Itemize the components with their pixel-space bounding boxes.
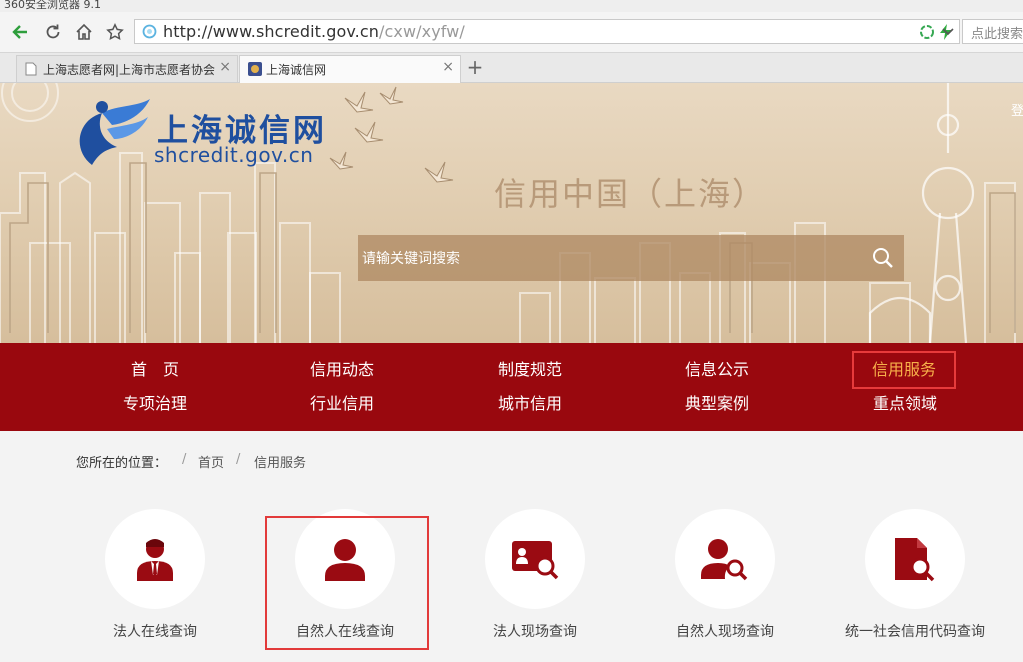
url-path: /cxw/xyfw/: [379, 22, 465, 41]
nav-regulations[interactable]: 制度规范: [475, 357, 585, 383]
nav-typical-cases[interactable]: 典型案例: [662, 391, 772, 417]
tab-shcredit[interactable]: 上海诚信网 ×: [239, 55, 461, 83]
home-button[interactable]: [72, 20, 96, 44]
nav-credit-news[interactable]: 信用动态: [287, 357, 397, 383]
url-host: http://www.shcredit.gov.cn: [163, 22, 379, 41]
breadcrumb-separator: /: [182, 452, 187, 467]
address-dropdown-button[interactable]: [936, 19, 960, 44]
id-card-search-icon: [512, 541, 559, 580]
nav-info-disclosure[interactable]: 信息公示: [662, 357, 772, 383]
service-card-credit-code[interactable]: 统一社会信用代码查询: [820, 505, 1010, 655]
selection-highlight: [265, 516, 429, 650]
breadcrumb: 您所在的位置： / 首页 / 信用服务: [60, 440, 960, 480]
service-icon-circle: [105, 509, 205, 609]
document-search-icon: [895, 538, 935, 582]
back-button[interactable]: [8, 20, 32, 44]
site-favicon-icon: [248, 62, 262, 76]
main-nav: 首 页 信用动态 制度规范 信息公示 信用服务 专项治理 行业信用 城市信用 典…: [0, 343, 1023, 431]
close-icon[interactable]: ×: [219, 59, 231, 75]
new-tab-button[interactable]: +: [463, 56, 487, 80]
address-bar[interactable]: http://www.shcredit.gov.cn/cxw/xyfw/: [134, 19, 960, 44]
refresh-button[interactable]: [41, 20, 65, 44]
close-icon[interactable]: ×: [442, 59, 454, 75]
site-logo-en[interactable]: shcredit.gov.cn: [154, 143, 313, 167]
service-icon-circle: [675, 509, 775, 609]
nav-special-governance[interactable]: 专项治理: [100, 391, 210, 417]
page-icon: [25, 62, 37, 76]
recycle-icon[interactable]: [919, 24, 935, 40]
service-icon-circle: [485, 509, 585, 609]
nav-credit-services[interactable]: 信用服务: [852, 351, 956, 389]
browser-toolbar: http://www.shcredit.gov.cn/cxw/xyfw/ 点此搜…: [0, 12, 1023, 53]
nav-home[interactable]: 首 页: [100, 357, 210, 383]
back-arrow-icon: [12, 25, 27, 39]
service-card-natural-person-onsite[interactable]: 自然人现场查询: [630, 505, 820, 655]
breadcrumb-credit-services[interactable]: 信用服务: [254, 452, 306, 471]
tab-label: 上海诚信网: [266, 63, 327, 77]
star-icon: [106, 23, 124, 40]
browser-search-input[interactable]: 点此搜索: [962, 19, 1023, 44]
service-label: 统一社会信用代码查询: [845, 624, 985, 640]
breadcrumb-label: 您所在的位置：: [76, 456, 168, 471]
search-icon[interactable]: [872, 247, 894, 269]
banner-title: 信用中国（上海）: [494, 175, 767, 213]
service-card-legal-online[interactable]: 法人在线查询: [60, 505, 250, 655]
service-icon-circle: [865, 509, 965, 609]
service-label: 自然人现场查询: [676, 624, 774, 640]
site-search: [358, 235, 904, 283]
tab-volunteer[interactable]: 上海志愿者网|上海市志愿者协会 ×: [16, 55, 238, 82]
nav-key-areas[interactable]: 重点领域: [850, 391, 960, 417]
service-card-legal-onsite[interactable]: 法人现场查询: [440, 505, 630, 655]
service-label: 法人在线查询: [113, 624, 197, 640]
url-text: http://www.shcredit.gov.cn/cxw/xyfw/: [163, 22, 465, 41]
favorite-button[interactable]: [103, 20, 127, 44]
person-search-icon: [701, 539, 748, 581]
chevron-down-icon: [942, 27, 954, 35]
nav-industry-credit[interactable]: 行业信用: [287, 391, 397, 417]
tab-strip: 上海志愿者网|上海市志愿者协会 × 上海诚信网 × +: [0, 53, 1023, 83]
breadcrumb-home[interactable]: 首页: [198, 452, 224, 471]
nav-city-credit[interactable]: 城市信用: [475, 391, 585, 417]
browser-titlebar: 360安全浏览器 9.1: [0, 0, 1023, 12]
refresh-icon: [46, 24, 60, 39]
tab-label: 上海志愿者网|上海市志愿者协会: [43, 63, 215, 77]
site-search-input[interactable]: [358, 235, 854, 283]
service-label: 法人现场查询: [493, 624, 577, 640]
page-icon: [142, 24, 157, 39]
businessman-icon: [137, 539, 173, 581]
hero-banner: 上海诚信网 shcredit.gov.cn 信用中国（上海） 登: [0, 83, 1023, 343]
breadcrumb-separator: /: [236, 452, 241, 467]
home-icon: [76, 23, 92, 40]
browser-title: 360安全浏览器 9.1: [4, 0, 101, 11]
dove-logo-icon: [79, 99, 150, 165]
login-link[interactable]: 登: [1011, 100, 1023, 119]
